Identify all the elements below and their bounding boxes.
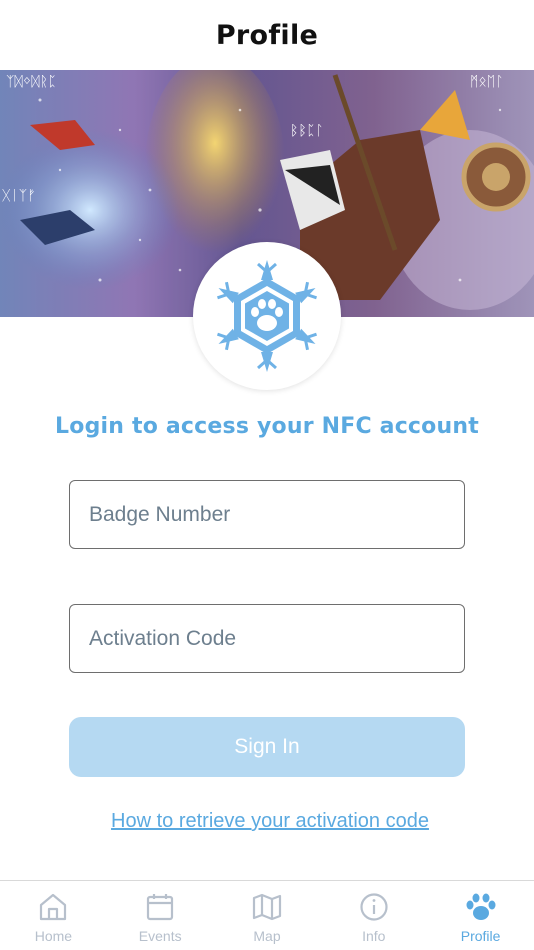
tab-label-events: Events xyxy=(138,928,182,944)
svg-text:ᛗᛟᛖᛚ: ᛗᛟᛖᛚ xyxy=(470,74,504,90)
login-heading: Login to access your NFC account xyxy=(55,414,479,439)
tab-label-map: Map xyxy=(253,928,281,944)
tab-profile[interactable]: Profile xyxy=(427,881,534,950)
map-icon xyxy=(250,890,284,924)
tab-info[interactable]: Info xyxy=(320,881,427,950)
app-logo xyxy=(193,242,341,390)
app-header: Profile xyxy=(0,0,534,70)
tab-label-info: Info xyxy=(362,928,386,944)
home-icon xyxy=(36,890,70,924)
page-title: Profile xyxy=(215,19,319,51)
tab-map[interactable]: Map xyxy=(214,881,321,950)
tab-label-home: Home xyxy=(34,928,73,944)
snowflake-paw-icon xyxy=(213,260,321,374)
paw-icon xyxy=(464,890,498,924)
badge-number-input[interactable] xyxy=(69,480,465,549)
info-icon xyxy=(357,890,391,924)
tab-events[interactable]: Events xyxy=(107,881,214,950)
svg-text:ᛒᛒᛈᛚ: ᛒᛒᛈᛚ xyxy=(290,123,324,139)
svg-text:ᛉᛞᛜᛞᚱᛈ: ᛉᛞᛜᛞᚱᛈ xyxy=(6,74,56,90)
tab-home[interactable]: Home xyxy=(0,881,107,950)
activation-code-input[interactable] xyxy=(69,604,465,673)
sign-in-button[interactable]: Sign In xyxy=(69,717,465,777)
tab-label-profile: Profile xyxy=(460,928,501,944)
tab-bar: Home Events Map Info Profile xyxy=(0,880,534,950)
calendar-icon xyxy=(143,890,177,924)
svg-text:ᚷᛁᛉᚠ: ᚷᛁᛉᚠ xyxy=(2,188,36,204)
activation-help-link[interactable]: How to retrieve your activation code xyxy=(0,810,534,833)
